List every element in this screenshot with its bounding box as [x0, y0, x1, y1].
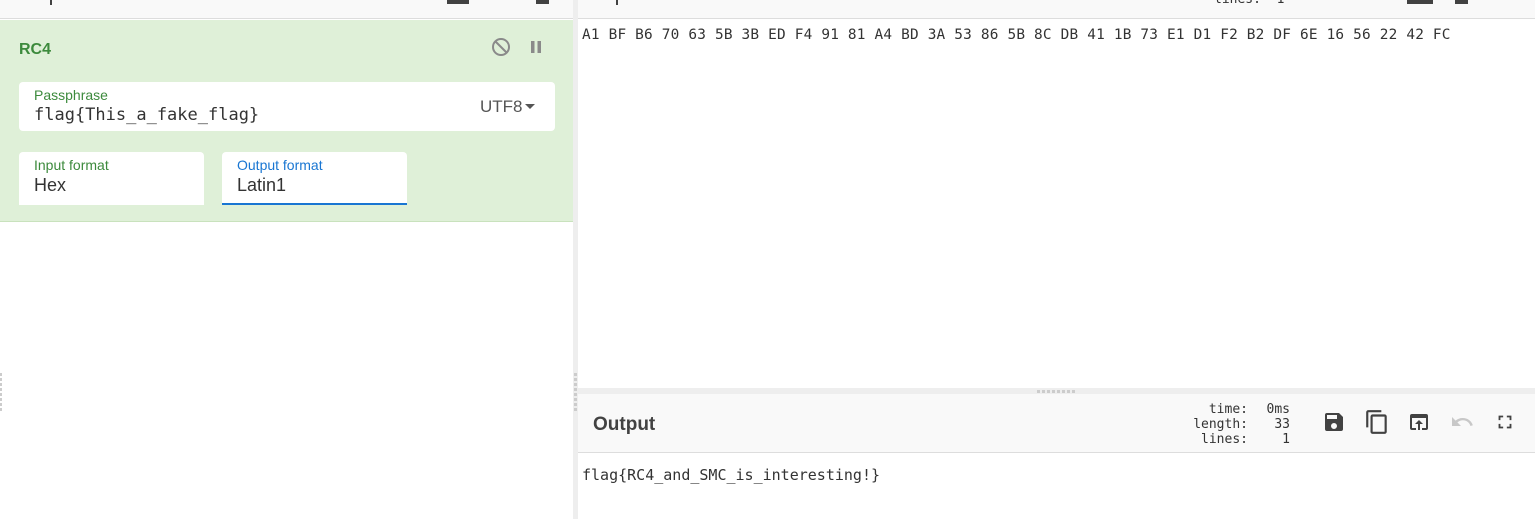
clear-recipe-icon[interactable]	[536, 0, 549, 4]
input-format-label: Input format	[34, 157, 109, 173]
lines-value: 1	[1282, 432, 1290, 447]
pause-icon[interactable]	[528, 38, 544, 56]
undo-icon	[1450, 410, 1474, 439]
output-format-label: Output format	[237, 157, 323, 173]
output-stats: time: 0ms length: 33 lines: 1	[1172, 402, 1290, 447]
input-header: lines: 1	[578, 0, 1535, 19]
time-value: 0ms	[1266, 402, 1290, 417]
save-output-button[interactable]	[1320, 410, 1348, 438]
length-value: 33	[1274, 417, 1290, 432]
input-lines-label: lines:	[1214, 0, 1261, 7]
copy-icon	[1364, 409, 1390, 440]
copy-output-button[interactable]	[1363, 409, 1391, 440]
time-label: time:	[1208, 402, 1248, 417]
output-format-value[interactable]: Latin1	[237, 175, 286, 196]
output-textarea[interactable]: flag{RC4_and_SMC_is_interesting!}	[582, 466, 880, 484]
output-header: Output time: 0ms length: 33 lines: 1	[578, 394, 1535, 453]
passphrase-label: Passphrase	[34, 87, 108, 103]
input-format-field[interactable]: Input format Hex	[19, 152, 204, 205]
encoding-value: UTF8	[480, 97, 523, 116]
passphrase-field[interactable]: Passphrase flag{This_a_fake_flag}	[19, 82, 459, 131]
output-title: Output	[593, 414, 656, 435]
maximise-output-button[interactable]	[1491, 410, 1519, 438]
passphrase-input[interactable]: flag{This_a_fake_flag}	[34, 105, 259, 125]
open-folder-icon[interactable]	[1455, 0, 1468, 4]
input-title-fragment	[616, 0, 618, 5]
lines-label: lines:	[1201, 432, 1248, 447]
output-format-field[interactable]: Output format Latin1	[222, 152, 407, 205]
disable-icon[interactable]	[491, 37, 511, 57]
save-icon	[1322, 410, 1346, 439]
undo-button[interactable]	[1448, 410, 1476, 438]
move-to-input-icon	[1407, 410, 1431, 439]
recipe-header	[0, 0, 573, 19]
input-lines-stat: lines: 1	[1214, 0, 1284, 7]
recipe-panel: RC4 Passphrase flag{This_a_fake_flag} UT…	[0, 0, 573, 519]
replace-input-button[interactable]	[1405, 410, 1433, 438]
recipe-title-fragment	[50, 0, 52, 5]
fullscreen-icon	[1494, 411, 1516, 438]
io-panel: lines: 1 A1 BF B6 70 63 5B 3B ED F4 91 8…	[578, 0, 1535, 519]
input-lines-value: 1	[1277, 0, 1285, 7]
add-input-icon[interactable]	[1407, 0, 1433, 4]
cyberchef-app: RC4 Passphrase flag{This_a_fake_flag} UT…	[0, 0, 1535, 519]
passphrase-encoding-dropdown[interactable]: UTF8	[459, 82, 555, 131]
length-label: length:	[1193, 417, 1248, 432]
operation-title: RC4	[19, 41, 52, 58]
save-recipe-icon[interactable]	[447, 0, 469, 4]
operation-rc4: RC4 Passphrase flag{This_a_fake_flag} UT…	[0, 20, 573, 222]
input-textarea[interactable]: A1 BF B6 70 63 5B 3B ED F4 91 81 A4 BD 3…	[582, 27, 1451, 43]
input-format-value[interactable]: Hex	[34, 175, 66, 196]
caret-down-icon	[525, 104, 535, 109]
